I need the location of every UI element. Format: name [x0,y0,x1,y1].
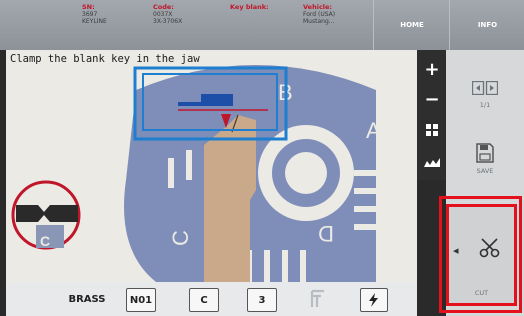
vehicle-title: Vehicle: [303,3,333,11]
vehicle-make: Ford (USA) [303,11,336,18]
floppy-disk-icon [476,143,494,163]
cut-arrow-icon: ◂ [453,244,459,257]
code-subvalue: 3X-3706X [153,18,183,25]
sn-subvalue: KEYLINE [82,18,107,25]
caliper-icon [310,289,324,307]
sn-title: SN: [82,3,95,11]
side-code-button[interactable]: N01 [126,288,156,312]
page-nav-button[interactable]: 1/1 [455,70,515,120]
minus-icon: − [424,88,440,110]
key-blank-field: Key blank: [230,4,269,11]
depth-button[interactable]: 3 [247,288,277,312]
page-counter: 1/1 [479,101,491,109]
cut-label: CUT [474,289,489,297]
side-letter-button[interactable]: C [189,288,219,312]
side-code-label: N01 [129,294,153,306]
top-info-bar: SN: 3697 KEYLINE Code: 0037X 3X-3706X Ke… [0,0,524,50]
info-button[interactable]: INFO [449,0,524,50]
info-label: INFO [477,21,498,29]
clamp-stop-bar [178,102,233,106]
power-mode-button[interactable] [360,288,388,312]
cut-button[interactable]: ◂ CUT [446,204,517,306]
material-button[interactable]: BRASS [62,286,112,312]
key-diagram: A B C D C [11,65,381,282]
wheel-letter-d: D [318,221,334,246]
lightning-icon [369,293,378,307]
sn-field: SN: 3697 KEYLINE [82,3,107,26]
code-title: Code: [153,3,174,11]
page-arrows-icon [472,81,498,95]
jaw-letter: C [40,233,50,249]
wheel-letter-c: C [168,230,193,246]
vehicle-field: Vehicle: Ford (USA) Mustang... [303,3,336,26]
save-button[interactable]: SAVE [455,135,515,183]
side-letter-label: C [200,294,208,306]
vehicle-model: Mustang... [303,18,335,25]
grid-icon [426,124,438,136]
zoom-out-button[interactable]: − [419,85,445,113]
key-blank-title: Key blank: [230,3,269,11]
wheel-hub-center [285,152,327,194]
sn-value: 3697 [82,11,98,18]
home-button[interactable]: HOME [373,0,450,50]
zoom-in-button[interactable]: + [419,55,445,83]
caliper-button[interactable] [303,286,333,312]
code-field: Code: 0037X 3X-3706X [153,3,183,26]
depth-label: 3 [258,294,266,306]
code-value: 0037X [153,11,173,18]
grid-button[interactable] [419,117,445,143]
key-view-area: A B C D C Clamp the blank key in the jaw [6,50,417,282]
instruction-text: Clamp the blank key in the jaw [10,53,200,65]
home-label: HOME [400,21,424,29]
clamp-stop-block [201,94,233,102]
scissors-icon [479,238,500,258]
plus-icon: + [424,58,440,80]
cut-profile-icon [424,158,440,167]
bottom-toolbar: BRASS N01 C 3 [6,282,417,316]
material-label: BRASS [68,293,106,305]
wheel-letter-a: A [366,118,381,143]
save-label: SAVE [476,167,494,175]
cut-profile-button[interactable] [419,148,445,176]
